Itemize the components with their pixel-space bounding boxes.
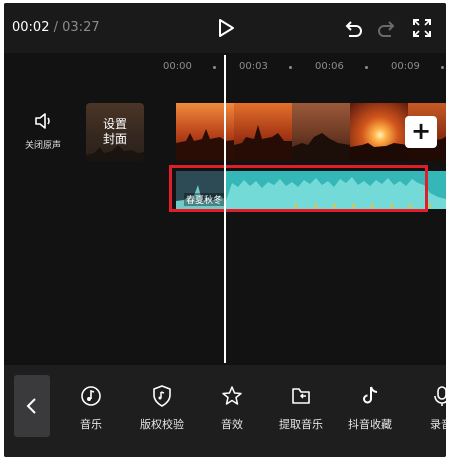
sound-effect-icon bbox=[222, 386, 242, 405]
tool-copyright-check[interactable]: 版权校验 bbox=[137, 385, 187, 435]
tool-label: 抖音收藏 bbox=[348, 418, 392, 431]
fullscreen-icon bbox=[413, 19, 431, 37]
tick-dot bbox=[289, 66, 292, 69]
time-tick: 00:03 bbox=[239, 61, 268, 72]
cover-label-line: 封面 bbox=[102, 132, 127, 146]
tool-extract-music[interactable]: 提取音乐 bbox=[276, 385, 326, 435]
frame-thumbnail bbox=[292, 133, 350, 161]
playback-time: 00:02 / 03:27 bbox=[12, 20, 100, 35]
add-clip-button[interactable]: + bbox=[405, 116, 437, 148]
time-tick: 00:09 bbox=[391, 61, 420, 72]
speaker-icon bbox=[35, 113, 50, 129]
redo-icon bbox=[378, 21, 395, 37]
video-frame[interactable] bbox=[350, 103, 408, 161]
mute-label: 关闭原声 bbox=[24, 141, 61, 151]
tool-music[interactable]: 音乐 bbox=[76, 385, 106, 435]
undo-button[interactable] bbox=[342, 17, 364, 39]
copyright-check-icon bbox=[153, 385, 171, 407]
set-cover-button[interactable]: 设置 封面 bbox=[86, 103, 144, 161]
play-button[interactable] bbox=[215, 17, 237, 39]
play-icon bbox=[219, 19, 234, 37]
frame-thumbnail bbox=[350, 143, 408, 161]
extract-music-icon bbox=[292, 388, 310, 404]
time-tick: 00:06 bbox=[315, 61, 344, 72]
tool-sound-effect[interactable]: 音效 bbox=[217, 385, 247, 435]
redo-button[interactable] bbox=[376, 17, 398, 39]
fullscreen-button[interactable] bbox=[411, 17, 433, 39]
cover-label-line: 设置 bbox=[102, 117, 127, 131]
tool-label: 音乐 bbox=[80, 418, 102, 431]
music-icon bbox=[81, 386, 101, 406]
tool-record[interactable]: 录音 bbox=[427, 385, 446, 435]
highlight-annotation bbox=[169, 165, 428, 212]
back-button[interactable] bbox=[14, 375, 50, 437]
video-frame[interactable] bbox=[234, 103, 292, 161]
tick-dot bbox=[365, 66, 368, 69]
tool-label: 版权校验 bbox=[140, 418, 184, 431]
mute-original-sound-button[interactable]: 关闭原声 bbox=[16, 111, 70, 157]
tool-label: 提取音乐 bbox=[279, 418, 323, 431]
total-duration: 03:27 bbox=[62, 20, 100, 35]
douyin-favorites-icon bbox=[363, 386, 378, 404]
cover-label: 设置 封面 bbox=[86, 117, 144, 147]
video-frame[interactable] bbox=[292, 103, 350, 161]
tick-dot bbox=[441, 66, 444, 69]
undo-icon bbox=[345, 21, 362, 37]
bottom-toolbar: 音乐 版权校验 音效 提取音乐 抖音收藏 录 bbox=[4, 365, 446, 457]
tool-douyin-favorites[interactable]: 抖音收藏 bbox=[345, 385, 395, 435]
tool-label: 录音 bbox=[430, 418, 446, 431]
playhead[interactable] bbox=[224, 55, 226, 363]
tick-dot bbox=[213, 66, 216, 69]
chevron-left-icon bbox=[26, 398, 36, 414]
editor-app: 00:02 / 03:27 00:00 00:03 00:06 00:09 关闭… bbox=[4, 3, 446, 457]
time-separator: / bbox=[53, 20, 58, 35]
tool-label: 音效 bbox=[221, 418, 243, 431]
top-bar: 00:02 / 03:27 bbox=[4, 3, 446, 53]
time-tick: 00:00 bbox=[163, 61, 192, 72]
frame-thumbnail bbox=[234, 125, 292, 161]
current-time: 00:02 bbox=[12, 20, 50, 35]
record-icon bbox=[434, 386, 446, 406]
